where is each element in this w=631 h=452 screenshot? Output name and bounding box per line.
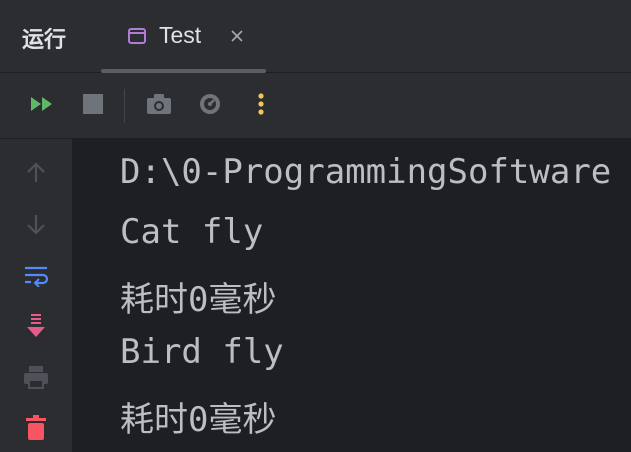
console-line: 耗时0毫秒 [120,400,277,440]
tool-window-header: 运行 Test [0,0,631,73]
previous-occurrence-button[interactable] [22,161,50,189]
stop-button[interactable] [80,93,106,119]
rerun-button[interactable] [29,93,55,119]
stop-square-icon [82,93,104,119]
scroll-to-end-icon [24,313,48,343]
console-line: Cat fly [120,212,264,252]
printer-icon [23,365,49,393]
trash-icon [25,415,47,445]
scroll-to-end-button[interactable] [22,314,50,342]
clear-all-button[interactable] [22,415,50,445]
console-output[interactable]: D:\0-ProgrammingSoftware Cat fly 耗时0毫秒 B… [72,139,631,452]
soft-wrap-icon [23,263,49,291]
console-line: Bird fly [120,332,284,372]
console-line: D:\0-ProgrammingSoftware [120,152,612,192]
run-toolbar [0,73,631,139]
window-icon [128,28,146,44]
arrow-up-icon [24,161,48,189]
profiler-button[interactable] [197,93,223,119]
camera-icon [146,93,172,119]
gauge-icon [198,92,222,120]
screenshot-button[interactable] [146,93,172,119]
more-options-button[interactable] [248,93,274,119]
tab-test[interactable]: Test [101,0,266,73]
next-occurrence-button[interactable] [22,212,50,240]
print-button[interactable] [22,365,50,393]
console-side-toolbar [0,139,72,452]
close-icon[interactable] [229,28,245,44]
tool-window-title: 运行 [22,28,67,53]
double-play-icon [29,94,55,118]
vertical-dots-icon [257,92,265,120]
soft-wrap-button[interactable] [22,263,50,291]
toolbar-separator [124,89,125,123]
console-line: 耗时0毫秒 [120,280,277,320]
tab-label: Test [159,22,202,48]
arrow-down-icon [24,212,48,240]
